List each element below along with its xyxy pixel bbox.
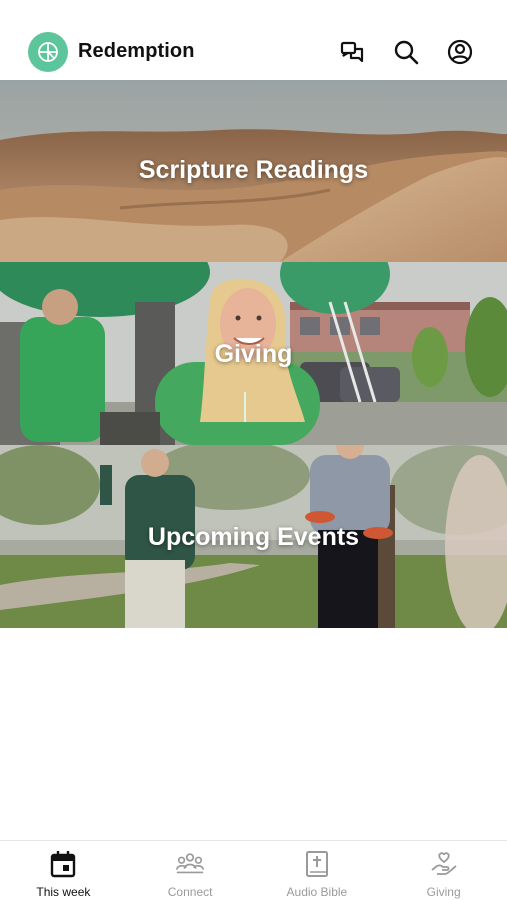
tab-audio-bible[interactable]: Audio Bible <box>254 841 381 900</box>
giving-tile[interactable]: Giving <box>0 262 507 445</box>
people-icon <box>175 849 205 879</box>
tab-connect[interactable]: Connect <box>127 841 254 900</box>
profile-icon[interactable] <box>444 36 476 68</box>
scripture-readings-label: Scripture Readings <box>138 156 369 184</box>
upcoming-events-tile[interactable]: Upcoming Events <box>0 445 507 628</box>
bottom-tab-bar: This week Connect Audio Bible Giving <box>0 840 507 900</box>
tab-giving[interactable]: Giving <box>380 841 507 900</box>
giving-hand-icon <box>429 849 459 879</box>
tab-label: Connect <box>167 885 213 899</box>
app-logo-icon[interactable] <box>28 32 68 72</box>
brand-name: Redemption <box>78 40 195 62</box>
status-bar <box>0 0 507 24</box>
giving-label: Giving <box>214 340 293 368</box>
tab-this-week[interactable]: This week <box>0 841 127 900</box>
tab-label: Giving <box>426 885 461 899</box>
search-icon[interactable] <box>390 36 422 68</box>
scripture-readings-tile[interactable]: Scripture Readings <box>0 80 507 262</box>
messages-icon[interactable] <box>336 36 368 68</box>
upcoming-events-label: Upcoming Events <box>147 523 360 551</box>
tab-label: This week <box>36 885 91 899</box>
bible-icon <box>302 849 332 879</box>
tab-label: Audio Bible <box>286 885 348 899</box>
calendar-icon <box>48 849 78 879</box>
app-header: Redemption <box>0 24 507 80</box>
